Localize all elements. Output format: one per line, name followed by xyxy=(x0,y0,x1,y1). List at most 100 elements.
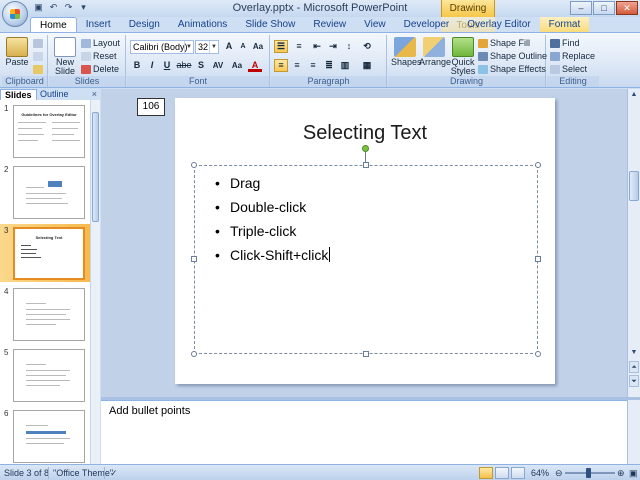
change-case-button[interactable]: Aa xyxy=(228,59,246,72)
resize-handle-r[interactable] xyxy=(535,256,541,262)
slide-title[interactable]: Selecting Text xyxy=(175,122,555,145)
tab-insert[interactable]: Insert xyxy=(77,17,120,32)
tab-design[interactable]: Design xyxy=(120,17,169,32)
zoom-slider-knob[interactable] xyxy=(586,468,591,478)
font-name-dropdown-icon[interactable]: ▼ xyxy=(184,41,193,53)
cut-button[interactable] xyxy=(33,37,45,49)
strikethrough-button[interactable]: abe xyxy=(175,59,193,72)
smartart-button[interactable]: ▦ xyxy=(360,59,374,72)
replace-button[interactable]: Replace xyxy=(550,50,595,62)
slide-sorter-view-icon[interactable] xyxy=(495,467,509,479)
slides-pane-scroll-thumb[interactable] xyxy=(92,112,99,222)
shrink-font-button[interactable]: A xyxy=(236,40,250,53)
text-shadow-button[interactable]: S xyxy=(194,59,208,72)
layout-button[interactable]: Layout xyxy=(81,37,120,49)
tab-slide-show[interactable]: Slide Show xyxy=(236,17,304,32)
scroll-down-icon[interactable]: ▼ xyxy=(629,347,639,359)
resize-handle-br[interactable] xyxy=(535,351,541,357)
close-button[interactable]: ✕ xyxy=(616,1,638,15)
shape-fill-button[interactable]: Shape Fill xyxy=(478,37,530,49)
paste-button[interactable]: Paste xyxy=(4,37,30,67)
pane-close-icon[interactable]: × xyxy=(92,89,97,99)
grow-font-button[interactable]: A xyxy=(222,40,236,53)
slide-thumbnail-3[interactable]: 3 Selecting Text xyxy=(0,224,90,282)
shapes-button[interactable]: Shapes xyxy=(391,37,422,67)
slide-thumbnail-5[interactable]: 5 xyxy=(0,346,90,404)
underline-button[interactable]: U xyxy=(160,59,174,72)
bullet-textbox[interactable]: Drag Double-click Triple-click Click-Shi… xyxy=(191,162,541,357)
slide-thumbnail-4[interactable]: 4 xyxy=(0,285,90,343)
slide-thumbnail-1[interactable]: 1 Guidelines for Overlay Editor xyxy=(0,102,90,160)
arrange-button[interactable]: Arrange xyxy=(419,37,451,67)
bold-button[interactable]: B xyxy=(130,59,144,72)
align-right-button[interactable]: ≡ xyxy=(306,59,320,72)
normal-view-icon[interactable] xyxy=(479,467,493,479)
resize-handle-tr[interactable] xyxy=(535,162,541,168)
zoom-level[interactable]: 64% xyxy=(531,467,549,479)
spell-check-icon[interactable]: ✓ xyxy=(110,467,118,479)
resize-handle-l[interactable] xyxy=(191,256,197,262)
tab-outline[interactable]: Outline xyxy=(36,89,73,100)
bullet-item[interactable]: Click-Shift+click xyxy=(213,243,331,267)
bullet-item[interactable]: Triple-click xyxy=(213,219,330,243)
tab-developer[interactable]: Developer xyxy=(395,17,459,32)
select-button[interactable]: Select xyxy=(550,63,587,75)
maximize-button[interactable]: □ xyxy=(593,1,615,15)
columns-button[interactable]: ▥ xyxy=(338,59,352,72)
align-center-button[interactable]: ≡ xyxy=(290,59,304,72)
text-direction-button[interactable]: ⟲ xyxy=(360,40,374,53)
slides-pane-scrollbar[interactable] xyxy=(90,100,100,464)
zoom-in-icon[interactable]: ⊕ xyxy=(617,467,625,479)
increase-indent-button[interactable]: ⇥ xyxy=(326,40,340,53)
clear-formatting-button[interactable]: Aa xyxy=(251,40,265,53)
tab-home[interactable]: Home xyxy=(30,17,77,32)
slide-show-view-icon[interactable] xyxy=(511,467,525,479)
bullet-item[interactable]: Drag xyxy=(213,171,330,195)
italic-button[interactable]: I xyxy=(145,59,159,72)
tab-view[interactable]: View xyxy=(355,17,395,32)
previous-slide-icon[interactable]: ⏶ xyxy=(629,361,639,373)
decrease-indent-button[interactable]: ⇤ xyxy=(310,40,324,53)
bullet-item[interactable]: Double-click xyxy=(213,195,330,219)
delete-button[interactable]: Delete xyxy=(81,63,119,75)
shape-effects-button[interactable]: Shape Effects xyxy=(478,63,546,75)
slide-canvas[interactable]: Selecting Text Drag Double-click Triple-… xyxy=(175,98,555,384)
tab-format[interactable]: Format xyxy=(539,17,590,32)
next-slide-icon[interactable]: ⏷ xyxy=(629,375,639,387)
font-size-combo[interactable]: 32 ▼ xyxy=(195,40,219,54)
office-button[interactable] xyxy=(2,1,28,27)
font-color-button[interactable]: A xyxy=(248,59,262,72)
new-slide-button[interactable]: New Slide xyxy=(52,37,78,76)
scroll-up-icon[interactable]: ▲ xyxy=(629,89,639,101)
font-name-combo[interactable]: Calibri (Body) ▼ xyxy=(130,40,194,54)
notes-pane[interactable]: Add bullet points xyxy=(101,400,627,464)
character-spacing-button[interactable]: AV xyxy=(209,59,227,72)
notes-text[interactable]: Add bullet points xyxy=(109,405,190,417)
resize-handle-t[interactable] xyxy=(363,162,369,168)
resize-handle-tl[interactable] xyxy=(191,162,197,168)
resize-handle-b[interactable] xyxy=(363,351,369,357)
tab-overlay-editor[interactable]: Overlay Editor xyxy=(458,17,539,32)
rotation-handle[interactable] xyxy=(362,145,369,152)
slide-thumbnail-6[interactable]: 6 xyxy=(0,407,90,464)
minimize-button[interactable]: – xyxy=(570,1,592,15)
tab-animations[interactable]: Animations xyxy=(169,17,236,32)
find-button[interactable]: Find xyxy=(550,37,580,49)
tab-review[interactable]: Review xyxy=(304,17,355,32)
align-left-button[interactable]: ≡ xyxy=(274,59,288,72)
line-spacing-button[interactable]: ↕ xyxy=(342,40,356,53)
numbering-button[interactable]: ≡ xyxy=(292,40,306,53)
zoom-out-icon[interactable]: ⊖ xyxy=(555,467,563,479)
reset-button[interactable]: Reset xyxy=(81,50,117,62)
copy-button[interactable] xyxy=(33,50,45,62)
quick-styles-button[interactable]: Quick Styles xyxy=(449,37,477,76)
editor-scrollbar[interactable]: ▲ ▼ ⏶ ⏷ xyxy=(627,89,640,397)
resize-handle-bl[interactable] xyxy=(191,351,197,357)
justify-button[interactable]: ≣ xyxy=(322,59,336,72)
editor-scroll-thumb[interactable] xyxy=(629,171,639,201)
bullets-button[interactable]: ☰ xyxy=(274,40,288,53)
font-size-dropdown-icon[interactable]: ▼ xyxy=(209,41,218,53)
format-painter-button[interactable] xyxy=(33,63,45,75)
fit-to-window-icon[interactable]: ▣ xyxy=(629,467,638,479)
notes-scrollbar[interactable] xyxy=(627,400,640,464)
